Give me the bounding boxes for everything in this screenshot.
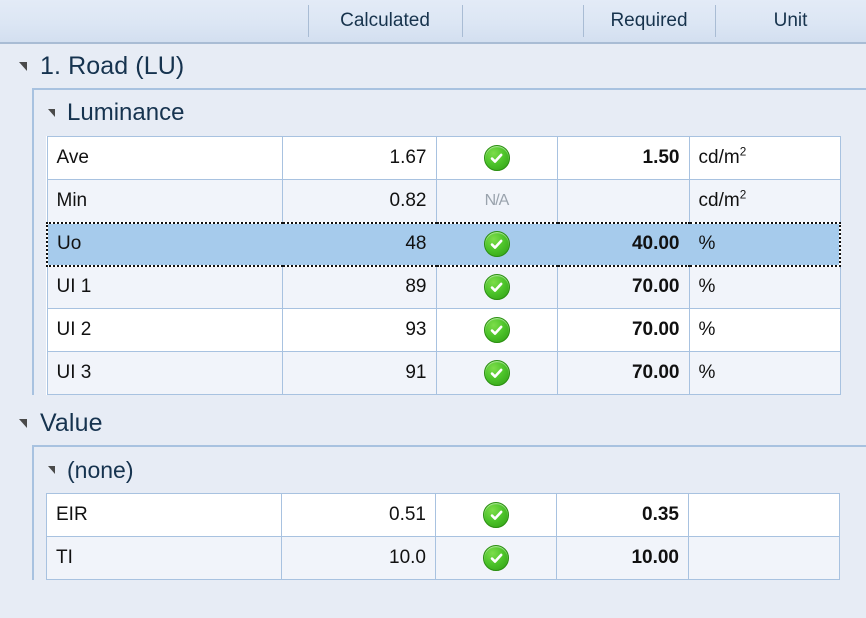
green-check-circle-icon (483, 274, 510, 301)
column-header-status[interactable] (462, 0, 583, 43)
row-status-cell (435, 536, 557, 580)
row-unit-text: cd/m (698, 189, 740, 211)
row-unit-text: % (698, 319, 716, 340)
row-calculated-value: 89 (281, 265, 437, 309)
group-title-road: 1. Road (LU) (40, 51, 185, 80)
row-calculated-value: 0.51 (281, 493, 436, 537)
row-unit-text: % (698, 233, 716, 254)
row-label: TI (46, 536, 282, 580)
row-unit-text: cd/m (698, 147, 740, 168)
row-label: Ave (46, 136, 283, 180)
table-row[interactable]: UI 1 89 70.00 % (46, 265, 841, 309)
row-required-value (556, 179, 690, 223)
green-check-circle-icon (483, 545, 509, 571)
group-none: (none) EIR 0.51 0.35 TI 10.0 10.00 (32, 445, 866, 580)
row-required-value: 70.00 (556, 351, 690, 395)
row-status-cell (435, 265, 558, 309)
row-unit: % (688, 351, 841, 395)
group-title-luminance: Luminance (67, 99, 185, 126)
group-header-road[interactable]: 1. Road (LU) (14, 44, 866, 88)
green-check-circle-icon (483, 317, 510, 343)
value-table: EIR 0.51 0.35 TI 10.0 10.00 (46, 493, 840, 580)
row-label: Min (46, 179, 283, 223)
row-unit (688, 536, 840, 580)
column-header-name[interactable] (0, 0, 308, 43)
table-row-selected[interactable]: Uo 48 40.00 % (46, 221, 841, 267)
row-required-value: 70.00 (556, 265, 690, 309)
row-unit-text: % (698, 276, 716, 298)
row-unit: % (688, 221, 841, 267)
expanded-triangle-icon[interactable] (16, 57, 34, 75)
row-label: EIR (46, 493, 282, 537)
row-label: UI 2 (46, 308, 283, 352)
green-check-circle-icon (483, 502, 509, 528)
row-status-cell (435, 221, 558, 267)
luminance-table: Ave 1.67 1.50 cd/m2 Min 0.82 N/A cd/m2 U… (46, 136, 841, 395)
row-label: UI 3 (46, 351, 283, 395)
green-check-circle-icon (483, 145, 510, 171)
row-required-value: 40.00 (556, 221, 690, 267)
green-check-circle-icon (483, 231, 510, 257)
table-row[interactable]: Ave 1.67 1.50 cd/m2 (46, 136, 841, 180)
row-required-value: 70.00 (556, 308, 690, 352)
row-label: UI 1 (46, 265, 283, 309)
group-road: 1. Road (LU) Luminance Ave 1.67 1.50 cd/… (0, 44, 866, 395)
row-unit-exponent: 2 (739, 188, 747, 202)
row-status-cell: N/A (435, 179, 558, 223)
row-unit: cd/m2 (688, 179, 841, 223)
table-row[interactable]: Min 0.82 N/A cd/m2 (46, 179, 841, 223)
table-row[interactable]: TI 10.0 10.00 (46, 536, 840, 580)
column-header-required[interactable]: Required (583, 0, 715, 43)
column-header-calculated[interactable]: Calculated (308, 0, 462, 43)
expanded-triangle-icon[interactable] (46, 105, 62, 121)
results-grid: Calculated Required Unit 1. Road (LU) Lu… (0, 0, 866, 618)
group-title-value: Value (40, 408, 103, 437)
row-unit (688, 493, 840, 537)
row-label: Uo (46, 221, 283, 267)
table-row[interactable]: EIR 0.51 0.35 (46, 493, 840, 537)
luminance-table-body: Ave 1.67 1.50 cd/m2 Min 0.82 N/A cd/m2 U… (46, 136, 841, 395)
table-row[interactable]: UI 2 93 70.00 % (46, 308, 841, 352)
column-header-unit[interactable]: Unit (715, 0, 866, 43)
expanded-triangle-icon[interactable] (46, 462, 62, 478)
row-unit-text: % (698, 362, 716, 383)
row-status-cell (435, 493, 557, 537)
table-row[interactable]: UI 3 91 70.00 % (46, 351, 841, 395)
row-calculated-value: 48 (281, 221, 437, 267)
row-status-cell (435, 136, 558, 180)
row-calculated-value: 0.82 (281, 179, 437, 223)
row-calculated-value: 10.0 (281, 536, 436, 580)
group-luminance: Luminance Ave 1.67 1.50 cd/m2 Min 0.82 N… (32, 88, 866, 395)
group-value: Value (none) EIR 0.51 0.35 TI 10.0 10.00 (0, 401, 866, 580)
row-unit: % (688, 308, 841, 352)
row-unit: cd/m2 (688, 136, 841, 180)
row-status-cell (435, 351, 558, 395)
row-status-cell (435, 308, 558, 352)
green-check-circle-icon (483, 360, 510, 386)
group-title-none: (none) (67, 456, 134, 483)
row-required-value: 1.50 (556, 136, 690, 180)
group-header-value[interactable]: Value (14, 401, 866, 445)
row-unit-exponent: 2 (739, 145, 747, 159)
row-required-value: 0.35 (556, 493, 689, 537)
row-calculated-value: 91 (281, 351, 437, 395)
not-applicable-icon: N/A (484, 191, 510, 209)
group-header-luminance[interactable]: Luminance (46, 90, 866, 136)
row-required-value: 10.00 (556, 536, 689, 580)
grid-header: Calculated Required Unit (0, 0, 866, 44)
group-header-none[interactable]: (none) (46, 447, 866, 493)
row-calculated-value: 1.67 (281, 136, 437, 180)
expanded-triangle-icon[interactable] (16, 414, 34, 432)
value-table-body: EIR 0.51 0.35 TI 10.0 10.00 (46, 493, 840, 580)
row-calculated-value: 93 (281, 308, 437, 352)
row-unit: % (688, 265, 841, 309)
